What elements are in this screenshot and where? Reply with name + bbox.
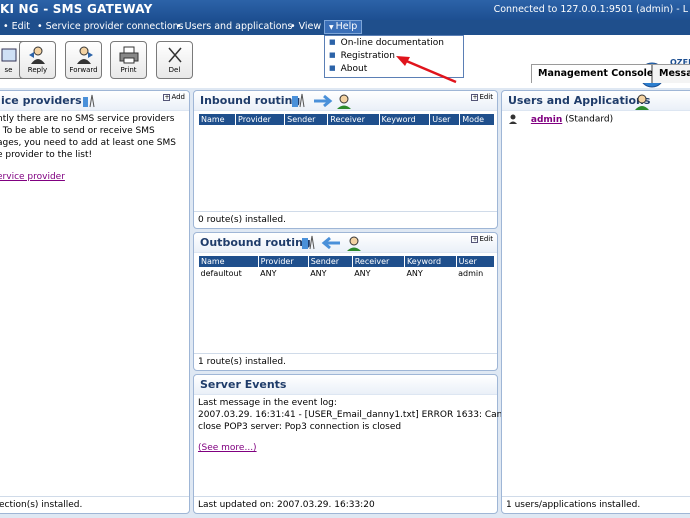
column-header-receiver[interactable]: Receiver [351, 255, 405, 268]
reply-button[interactable]: Reply [19, 41, 56, 79]
delete-icon [167, 47, 182, 63]
connection-status: Connected to 127.0.0.1:9501 (admin) - L [493, 4, 688, 15]
column-header-sender[interactable]: Sender [307, 255, 353, 268]
column-header-sender[interactable]: Sender [284, 113, 329, 126]
menu-item-edit[interactable]: • Edit [3, 21, 30, 32]
menu-bar: • Edit • Service provider connections • Use… [0, 20, 690, 35]
inbound-routing-footer: 0 route(s) installed. [198, 215, 286, 225]
service-providers-title: ice providers [1, 94, 82, 107]
column-header-keyword[interactable]: Keyword [403, 255, 457, 268]
users-icon [635, 94, 649, 110]
table-cell: ANY [310, 269, 327, 279]
inbound-routing-table: Name Provider Sender Receiver Keyword User Mod… [197, 113, 495, 126]
inbound-routing-panel: Inbound routing + Edit Name Provider Sender… [193, 90, 498, 229]
user-link-admin[interactable]: admin [531, 115, 562, 125]
users-applications-title: Users and Applications [508, 94, 651, 107]
users-applications-panel: Users and Applications admin (Standard) … [501, 90, 690, 514]
server-events-message: Last message in the event log: 2007.03.2… [198, 398, 509, 432]
column-header-mode[interactable]: Mode [459, 113, 495, 126]
see-more-link[interactable]: (See more...) [198, 443, 257, 453]
service-providers-footer: ection(s) installed. [0, 500, 83, 510]
table-cell: defaultout [200, 269, 242, 279]
column-header-provider[interactable]: Provider [235, 113, 286, 126]
print-button[interactable]: Print [110, 41, 147, 79]
user-type: (Standard) [565, 114, 614, 125]
edit-outbound-routing-button[interactable]: + Edit [471, 235, 493, 243]
tab-messages[interactable]: Messa [652, 64, 690, 83]
table-cell: ANY [260, 269, 277, 279]
column-header-name[interactable]: Name [198, 255, 259, 268]
forward-icon [76, 46, 93, 64]
service-providers-message: ntly there are no SMS service providers … [0, 114, 176, 160]
users-applications-footer: 1 users/applications installed. [506, 500, 641, 510]
table-cell: admin [458, 269, 484, 279]
user-entry: admin (Standard) [508, 114, 613, 125]
service-providers-panel: ice providers + Add ntly there are no SMS… [0, 90, 190, 514]
outbound-flow-icon [302, 235, 361, 251]
printer-icon [119, 46, 138, 64]
user-icon [509, 114, 517, 124]
menu-item-service-provider-connections[interactable]: • Service provider connections [37, 21, 184, 32]
column-header-user[interactable]: User [429, 113, 461, 126]
title-bar: KI NG - SMS GATEWAY Connected to 127.0.0… [0, 0, 690, 20]
inbound-routing-title: Inbound routing [200, 94, 301, 107]
menu-item-users-and-applications[interactable]: • Users and applications [176, 21, 292, 32]
column-header-keyword[interactable]: Keyword [378, 113, 431, 126]
column-header-provider[interactable]: Provider [257, 255, 309, 268]
server-events-footer: Last updated on: 2007.03.29. 16:33:20 [198, 500, 375, 510]
table-row[interactable]: defaultout ANY ANY ANY ANY admin [199, 268, 495, 280]
column-header-name[interactable]: Name [197, 113, 237, 126]
add-service-provider-button[interactable]: + Add [163, 93, 185, 101]
chevron-down-icon: ▼ [329, 24, 334, 31]
menu-item-help[interactable]: ▼ Help [324, 20, 363, 34]
help-menu-item-registration[interactable]: ■ Registration [329, 51, 395, 61]
reply-icon [28, 46, 45, 64]
red-arrow-annotation [396, 56, 457, 84]
add-service-provider-link[interactable]: ervice provider [0, 172, 65, 182]
table-cell: ANY [354, 269, 371, 279]
server-events-panel: Server Events Last message in the event … [193, 374, 508, 514]
edit-inbound-routing-button[interactable]: + Edit [471, 93, 493, 101]
outbound-routing-footer: 1 route(s) installed. [198, 357, 286, 367]
help-menu-item-about[interactable]: ■ About [329, 64, 367, 74]
main-area: ice providers + Add ntly there are no SMS… [0, 88, 690, 518]
tab-management-console[interactable]: Management Console [531, 64, 653, 83]
server-events-title: Server Events [200, 378, 287, 391]
delete-button[interactable]: Del [156, 41, 193, 79]
inbound-flow-icon [292, 93, 351, 109]
outbound-routing-title: Outbound routing [200, 236, 311, 249]
outbound-routing-table: Name Provider Sender Receiver Keyword User de… [198, 255, 496, 280]
outbound-routing-panel: Outbound routing + Edit Name Provider Sende… [193, 232, 498, 371]
menu-item-view[interactable]: • View [290, 21, 321, 32]
table-cell: ANY [406, 269, 423, 279]
column-header-receiver[interactable]: Receiver [327, 113, 380, 126]
app-title: KI NG - SMS GATEWAY [0, 2, 153, 16]
close-icon [1, 48, 16, 62]
help-menu-item-online-documentation[interactable]: ■ On-line documentation [329, 38, 444, 48]
column-header-user[interactable]: User [455, 255, 496, 268]
forward-button[interactable]: Forward [65, 41, 102, 79]
antenna-icon [83, 94, 95, 108]
